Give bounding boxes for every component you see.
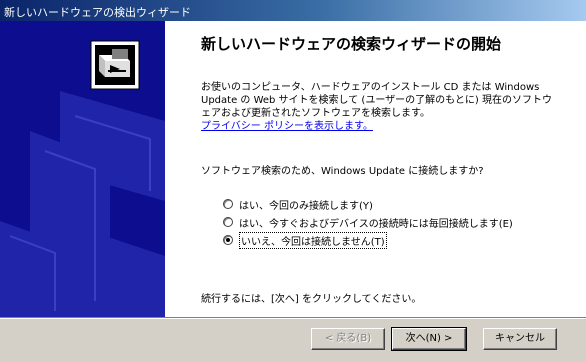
banner-artwork xyxy=(0,21,165,317)
intro-line: ェアおよび更新されたソフトウェアを検索します。 xyxy=(201,108,430,119)
option-connect-once[interactable]: はい、今回のみ接続します(Y) xyxy=(223,197,373,212)
intro-text: お使いのコンピュータ、ハードウェアのインストール CD または Windows … xyxy=(201,81,561,133)
intro-line: Update の Web サイトを検索して (ユーザーの了解のもとに) 現在のソ… xyxy=(201,95,553,106)
cancel-button[interactable]: キャンセル xyxy=(483,328,557,350)
wizard-content: 新しいハードウェアの検索ウィザードの開始 お使いのコンピュータ、ハードウェアのイ… xyxy=(165,21,586,317)
option-label: いいえ、今回は接続しません(T) xyxy=(239,231,387,249)
hardware-icon xyxy=(90,40,140,90)
radio-button[interactable] xyxy=(223,217,233,227)
privacy-policy-link[interactable]: プライバシー ポリシーを表示します。 xyxy=(201,120,561,133)
option-do-not-connect[interactable]: いいえ、今回は接続しません(T) xyxy=(223,231,387,249)
option-label: はい、今回のみ接続します(Y) xyxy=(239,200,373,212)
back-button[interactable]: < 戻る(B) xyxy=(311,328,385,350)
intro-line: お使いのコンピュータ、ハードウェアのインストール CD または Windows xyxy=(201,82,540,93)
page-heading: 新しいハードウェアの検索ウィザードの開始 xyxy=(201,35,502,53)
continue-instruction: 続行するには、[次へ] をクリックしてください。 xyxy=(201,294,422,305)
connect-question: ソフトウェア検索のため、Windows Update に接続しますか? xyxy=(201,166,484,177)
option-label: はい、今すぐおよびデバイスの接続時には毎回接続します(E) xyxy=(239,218,513,230)
wizard-banner xyxy=(0,21,165,317)
option-connect-always[interactable]: はい、今すぐおよびデバイスの接続時には毎回接続します(E) xyxy=(223,215,513,230)
title-bar[interactable]: 新しいハードウェアの検出ウィザード xyxy=(0,0,586,21)
radio-button-selected[interactable] xyxy=(223,235,233,245)
next-button[interactable]: 次へ(N) > xyxy=(391,327,467,351)
radio-button[interactable] xyxy=(223,199,233,209)
window-title: 新しいハードウェアの検出ウィザード xyxy=(4,6,191,19)
button-divider xyxy=(0,317,586,319)
wizard-window: 新しいハードウェアの検出ウィザード 新しいハードウェアの検索ウィザードの開始 お… xyxy=(0,0,586,362)
